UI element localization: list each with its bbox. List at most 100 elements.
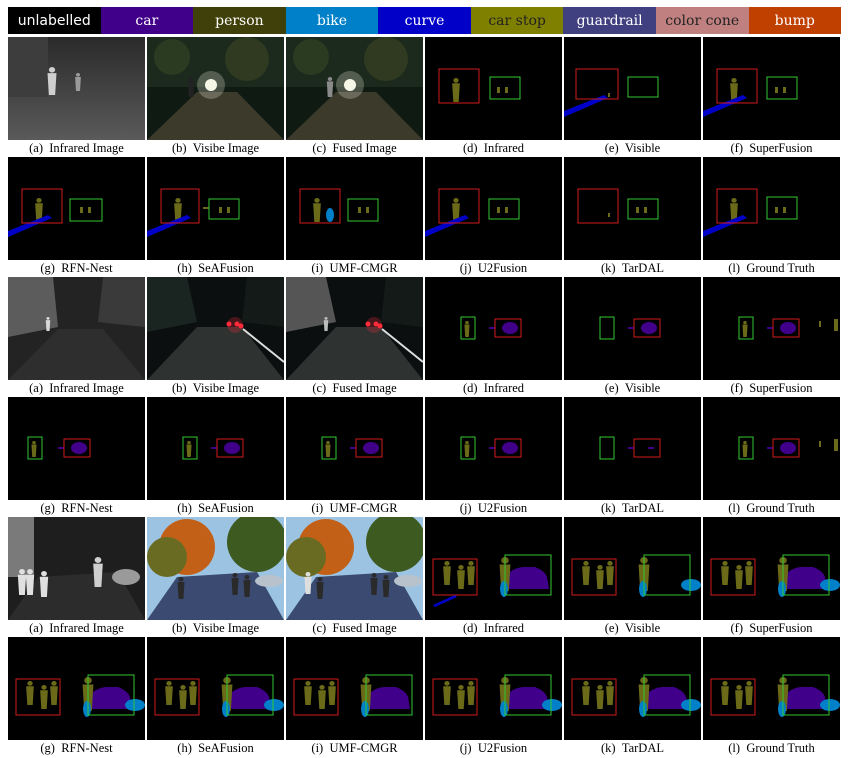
segmentation-result-image (425, 157, 562, 260)
subfigure-label: (c) (312, 621, 327, 635)
infrared-image (8, 517, 145, 620)
subfigure-caption: (a) Infrared Image (6, 381, 147, 395)
segmentation-result-image (425, 277, 562, 380)
subfigure-caption: (h) SeAFusion (145, 741, 286, 755)
subfigure-title: Ground Truth (746, 741, 815, 755)
subfigure-caption: (f) SuperFusion (701, 141, 842, 155)
subfigure-label: (j) (459, 741, 472, 755)
subfigure-title: Infrared Image (49, 621, 124, 635)
subfigure-label: (k) (601, 261, 616, 275)
subfigure-label: (d) (462, 141, 478, 155)
subfigure-title: RFN-Nest (61, 261, 113, 275)
segmentation-result-image (564, 637, 701, 740)
subfigure-caption: (d) Infrared (423, 621, 564, 635)
subfigure-label: (h) (177, 501, 192, 515)
subfigure-caption: (j) U2Fusion (423, 501, 564, 515)
subfigure-title: SuperFusion (749, 141, 813, 155)
subfigure-caption: (a) Infrared Image (6, 141, 147, 155)
legend-item-person: person (193, 7, 286, 34)
subfigure-label: (b) (171, 141, 187, 155)
subfigure-caption: (b) Visibe Image (145, 621, 286, 635)
segmentation-result-image (703, 517, 840, 620)
subfigure-label: (g) (40, 501, 55, 515)
segmentation-result-image (8, 157, 145, 260)
subfigure-label: (g) (40, 261, 55, 275)
subfigure-caption: (c) Fused Image (284, 141, 425, 155)
segmentation-result-image (564, 157, 701, 260)
subfigure-label: (i) (311, 261, 324, 275)
visible-image (147, 37, 284, 140)
segmentation-result-image (703, 157, 840, 260)
segmentation-result-image (564, 517, 701, 620)
subfigure-caption: (k) TarDAL (562, 261, 703, 275)
legend-item-car: car (100, 7, 194, 34)
subfigure-caption: (h) SeAFusion (145, 261, 286, 275)
subfigure-label: (k) (601, 501, 616, 515)
subfigure-label: (j) (459, 501, 472, 515)
subfigure-caption: (g) RFN-Nest (6, 741, 147, 755)
subfigure-caption: (g) RFN-Nest (6, 501, 147, 515)
subfigure-title: Visibe Image (192, 141, 260, 155)
subfigure-title: Visible (624, 381, 661, 395)
subfigure-caption: (f) SuperFusion (701, 381, 842, 395)
subfigure-title: Infrared (483, 381, 525, 395)
subfigure-caption: (g) RFN-Nest (6, 261, 147, 275)
subfigure-label: (e) (604, 381, 619, 395)
segmentation-result-image (286, 157, 423, 260)
legend-item-bike: bike (285, 7, 379, 34)
segmentation-result-image (564, 277, 701, 380)
segmentation-result-image (703, 637, 840, 740)
segmentation-result-image (147, 397, 284, 500)
subfigure-title: TarDAL (621, 501, 664, 515)
segmentation-result-image (286, 397, 423, 500)
subfigure-caption: (b) Visibe Image (145, 141, 286, 155)
subfigure-title: Infrared (483, 621, 525, 635)
subfigure-label: (b) (171, 381, 187, 395)
segmentation-result-image (564, 37, 701, 140)
subfigure-title: Fused Image (332, 381, 397, 395)
subfigure-label: (j) (459, 261, 472, 275)
subfigure-label: (k) (601, 741, 616, 755)
subfigure-title: RFN-Nest (61, 741, 113, 755)
subfigure-title: Infrared Image (49, 381, 124, 395)
legend-item-curve: curve (378, 7, 471, 34)
subfigure-title: SuperFusion (749, 621, 813, 635)
subfigure-title: Visibe Image (192, 381, 260, 395)
fused-image (286, 517, 423, 620)
legend-item-guardrail: guardrail (563, 7, 656, 34)
subfigure-label: (h) (177, 261, 192, 275)
subfigure-title: UMF-CMGR (329, 501, 398, 515)
subfigure-title: U2Fusion (477, 261, 528, 275)
subfigure-label: (i) (311, 741, 324, 755)
segmentation-result-image (8, 397, 145, 500)
subfigure-label: (e) (604, 141, 619, 155)
subfigure-title: TarDAL (621, 261, 664, 275)
fused-image (286, 37, 423, 140)
subfigure-label: (f) (730, 141, 744, 155)
subfigure-caption: (i) UMF-CMGR (284, 501, 425, 515)
subfigure-title: Fused Image (332, 141, 397, 155)
subfigure-label: (l) (728, 501, 741, 515)
subfigure-caption: (l) Ground Truth (701, 261, 842, 275)
subfigure-title: Visible (624, 621, 661, 635)
subfigure-caption: (i) UMF-CMGR (284, 261, 425, 275)
segmentation-result-image (703, 37, 840, 140)
segmentation-result-image (425, 517, 562, 620)
subfigure-caption: (f) SuperFusion (701, 621, 842, 635)
segmentation-result-image (425, 637, 562, 740)
subfigure-caption: (a) Infrared Image (6, 621, 147, 635)
subfigure-label: (a) (29, 621, 43, 635)
segmentation-result-image (286, 637, 423, 740)
segmentation-result-image (425, 397, 562, 500)
subfigure-title: Visible (624, 141, 661, 155)
subfigure-caption: (e) Visible (562, 141, 703, 155)
subfigure-title: U2Fusion (477, 741, 528, 755)
subfigure-label: (e) (604, 621, 619, 635)
subfigure-title: Visibe Image (192, 621, 260, 635)
subfigure-label: (c) (312, 381, 327, 395)
fused-image (286, 277, 423, 380)
subfigure-caption: (l) Ground Truth (701, 501, 842, 515)
subfigure-label: (c) (312, 141, 327, 155)
subfigure-title: Infrared (483, 141, 525, 155)
subfigure-caption: (i) UMF-CMGR (284, 741, 425, 755)
